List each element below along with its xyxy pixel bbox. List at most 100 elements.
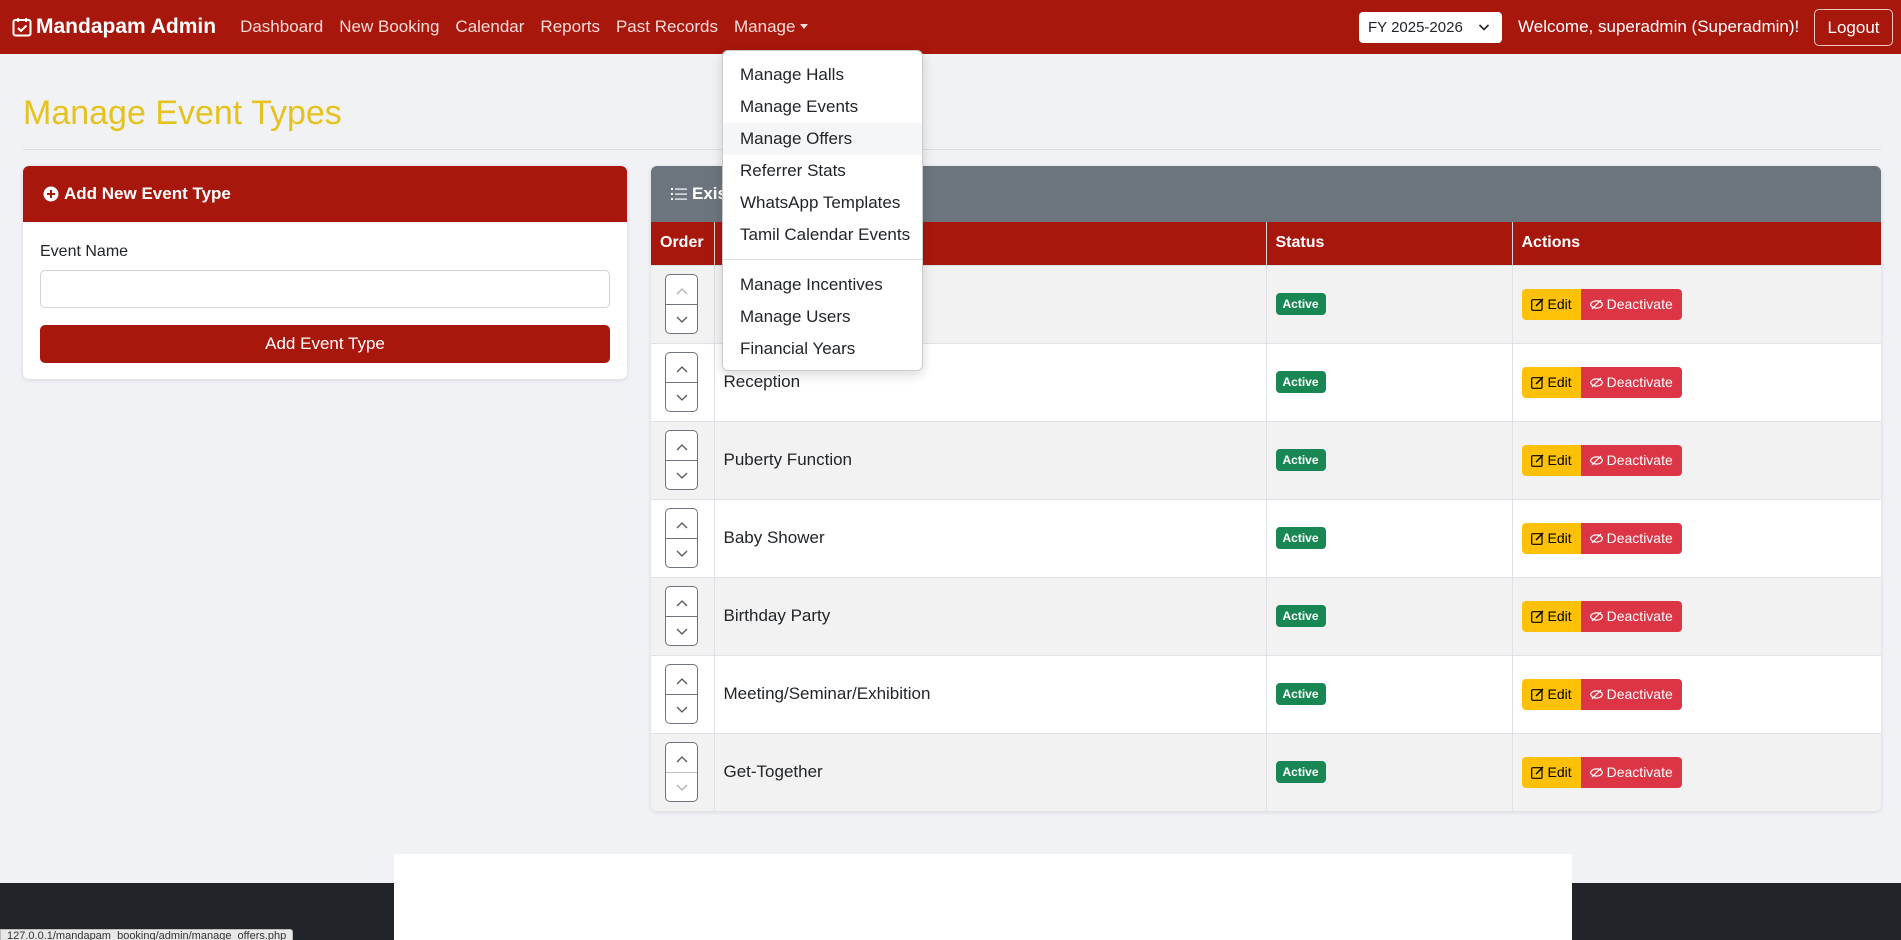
move-up-button[interactable] (666, 353, 697, 382)
move-up-button[interactable] (666, 743, 697, 772)
status-cell: Active (1266, 498, 1513, 577)
order-button-group (665, 508, 698, 568)
nav-calendar[interactable]: Calendar (455, 17, 524, 37)
event-name-input[interactable] (40, 270, 610, 308)
table-row: Get-Together Active Edit Deactivate (651, 732, 1881, 811)
menu-item-manage-incentives[interactable]: Manage Incentives (723, 269, 922, 301)
deactivate-button[interactable]: Deactivate (1580, 444, 1682, 476)
move-up-button[interactable] (666, 275, 697, 304)
chevron-down-icon (676, 621, 688, 641)
deactivate-button[interactable]: Deactivate (1580, 756, 1682, 788)
move-down-button[interactable] (666, 694, 697, 723)
edit-button[interactable]: Edit (1521, 522, 1581, 554)
menu-divider (723, 259, 922, 260)
status-badge: Active (1275, 605, 1326, 627)
edit-button[interactable]: Edit (1521, 444, 1581, 476)
table-row: Puberty Function Active Edit Deactivate (651, 420, 1881, 499)
chevron-down-icon (676, 543, 688, 563)
edit-label: Edit (1547, 686, 1572, 702)
edit-button[interactable]: Edit (1521, 366, 1581, 398)
order-cell (651, 264, 715, 343)
move-up-button[interactable] (666, 509, 697, 538)
edit-button[interactable]: Edit (1521, 288, 1581, 320)
footer-panel (394, 854, 1572, 940)
eye-slash-icon (1589, 377, 1603, 387)
edit-icon (1530, 766, 1544, 779)
actions-cell: Edit Deactivate (1512, 498, 1881, 577)
move-down-button[interactable] (666, 538, 697, 567)
menu-item-manage-halls[interactable]: Manage Halls (723, 59, 922, 91)
column-header-status: Status (1266, 222, 1513, 265)
logout-button[interactable]: Logout (1814, 9, 1893, 46)
move-down-button[interactable] (666, 616, 697, 645)
eye-slash-icon (1589, 767, 1603, 778)
add-event-type-card: Add New Event Type Event Name Add Event … (23, 166, 627, 379)
edit-label: Edit (1547, 374, 1572, 390)
eye-slash-icon (1589, 455, 1603, 465)
manage-dropdown-menu: Manage Halls Manage Events Manage Offers… (722, 50, 923, 371)
status-cell: Active (1266, 732, 1513, 811)
welcome-text: Welcome, superadmin (Superadmin)! (1518, 17, 1800, 36)
order-button-group (665, 664, 698, 724)
brand[interactable]: Mandapam Admin (12, 15, 216, 39)
order-cell (651, 576, 715, 655)
nav-manage-dropdown[interactable]: Manage (734, 17, 808, 37)
status-cell: Active (1266, 654, 1513, 733)
deactivate-button[interactable]: Deactivate (1580, 288, 1682, 320)
page-title: Manage Event Types (23, 94, 342, 132)
menu-item-referrer-stats[interactable]: Referrer Stats (723, 155, 922, 187)
edit-button[interactable]: Edit (1521, 678, 1581, 710)
table-row: Meeting/Seminar/Exhibition Active Edit Deac… (651, 654, 1881, 733)
move-up-button[interactable] (666, 431, 697, 460)
move-down-button[interactable] (666, 460, 697, 489)
status-cell: Active (1266, 264, 1513, 343)
chevron-up-icon (676, 436, 688, 456)
menu-item-financial-years[interactable]: Financial Years (723, 333, 922, 365)
order-cell (651, 654, 715, 733)
event-name-cell: Puberty Function (714, 420, 1267, 499)
deactivate-label: Deactivate (1606, 296, 1673, 312)
status-cell: Active (1266, 420, 1513, 499)
status-bar-url: 127.0.0.1/mandapam_booking/admin/manage_… (0, 929, 294, 940)
chevron-up-icon (676, 514, 688, 534)
edit-label: Edit (1547, 530, 1572, 546)
chevron-up-icon (676, 748, 688, 768)
event-name-label: Event Name (40, 243, 129, 260)
financial-year-select[interactable]: FY 2025-2026 (1359, 12, 1502, 43)
menu-item-manage-users[interactable]: Manage Users (723, 301, 922, 333)
chevron-down-icon (1478, 24, 1490, 31)
move-down-button[interactable] (666, 382, 697, 411)
edit-button[interactable]: Edit (1521, 756, 1581, 788)
nav-past-records[interactable]: Past Records (616, 17, 718, 37)
edit-button[interactable]: Edit (1521, 600, 1581, 632)
deactivate-button[interactable]: Deactivate (1580, 522, 1682, 554)
edit-icon (1530, 453, 1544, 467)
order-button-group (665, 586, 698, 646)
deactivate-button[interactable]: Deactivate (1580, 678, 1682, 710)
chevron-down-icon (676, 309, 688, 329)
fy-select-value: FY 2025-2026 (1368, 19, 1463, 36)
edit-label: Edit (1547, 608, 1572, 624)
actions-cell: Edit Deactivate (1512, 654, 1881, 733)
plus-circle-icon (43, 186, 59, 202)
menu-item-tamil-calendar-events[interactable]: Tamil Calendar Events (723, 219, 922, 251)
menu-item-whatsapp-templates[interactable]: WhatsApp Templates (723, 187, 922, 219)
nav-new-booking[interactable]: New Booking (339, 17, 439, 37)
status-badge: Active (1275, 527, 1326, 549)
chevron-down-icon (676, 465, 688, 485)
deactivate-button[interactable]: Deactivate (1580, 366, 1682, 398)
order-cell (651, 342, 715, 421)
nav-reports[interactable]: Reports (540, 17, 600, 37)
add-event-type-button[interactable]: Add Event Type (40, 325, 610, 363)
move-up-button[interactable] (666, 587, 697, 616)
edit-label: Edit (1547, 452, 1572, 468)
menu-item-manage-events[interactable]: Manage Events (723, 91, 922, 123)
move-down-button[interactable] (666, 772, 697, 801)
menu-item-manage-offers[interactable]: Manage Offers (723, 123, 922, 155)
chevron-up-icon (676, 358, 688, 378)
move-down-button[interactable] (666, 304, 697, 333)
deactivate-button[interactable]: Deactivate (1580, 600, 1682, 632)
actions-cell: Edit Deactivate (1512, 576, 1881, 655)
move-up-button[interactable] (666, 665, 697, 694)
nav-dashboard[interactable]: Dashboard (240, 17, 323, 37)
